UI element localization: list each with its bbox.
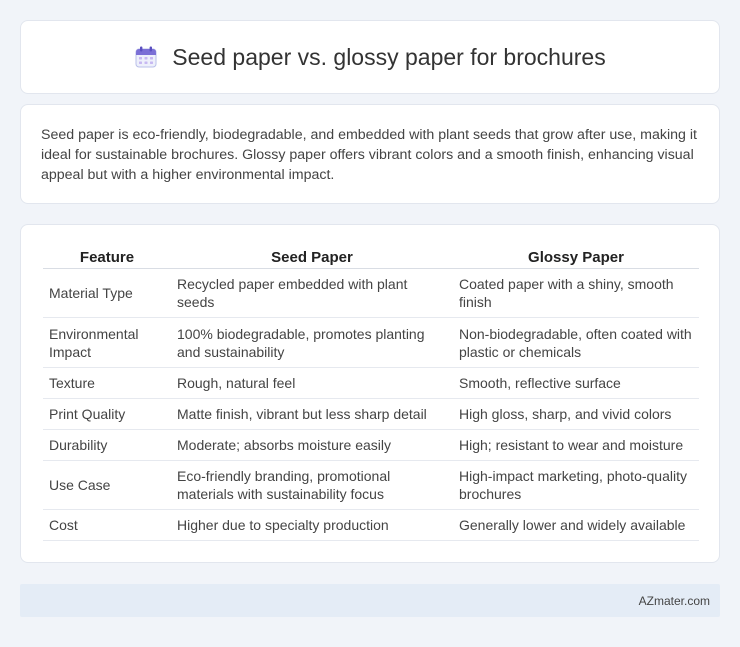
seed-paper-cell: Recycled paper embedded with plant seeds xyxy=(171,269,453,318)
intro-text: Seed paper is eco-friendly, biodegradabl… xyxy=(41,127,697,183)
page-title: Seed paper vs. glossy paper for brochure… xyxy=(172,43,606,70)
seed-paper-cell: Higher due to specialty production xyxy=(171,510,453,541)
seed-paper-cell: Matte finish, vibrant but less sharp det… xyxy=(171,399,453,430)
table-row: Material Type Recycled paper embedded wi… xyxy=(43,269,699,318)
seed-paper-cell: Rough, natural feel xyxy=(171,368,453,399)
table-row: Durability Moderate; absorbs moisture ea… xyxy=(43,430,699,461)
feature-cell: Environmental Impact xyxy=(43,318,171,368)
glossy-paper-cell: High; resistant to wear and moisture xyxy=(453,430,699,461)
calendar-icon xyxy=(134,45,158,69)
feature-cell: Print Quality xyxy=(43,399,171,430)
comparison-table-card: Feature Seed Paper Glossy Paper Material… xyxy=(20,224,720,563)
glossy-paper-cell: Coated paper with a shiny, smooth finish xyxy=(453,269,699,318)
table-row: Use Case Eco-friendly branding, promotio… xyxy=(43,461,699,510)
table-row: Cost Higher due to specialty production … xyxy=(43,510,699,541)
table-row: Texture Rough, natural feel Smooth, refl… xyxy=(43,368,699,399)
feature-cell: Cost xyxy=(43,510,171,541)
title-card: Seed paper vs. glossy paper for brochure… xyxy=(20,20,720,94)
seed-paper-cell: Eco-friendly branding, promotional mater… xyxy=(171,461,453,510)
glossy-paper-cell: High gloss, sharp, and vivid colors xyxy=(453,399,699,430)
footer: AZmater.com xyxy=(20,584,720,617)
seed-paper-cell: Moderate; absorbs moisture easily xyxy=(171,430,453,461)
header-glossy-paper: Glossy Paper xyxy=(453,241,699,269)
table-row: Print Quality Matte finish, vibrant but … xyxy=(43,399,699,430)
intro-card: Seed paper is eco-friendly, biodegradabl… xyxy=(20,104,720,204)
comparison-table: Feature Seed Paper Glossy Paper Material… xyxy=(43,241,699,541)
table-row: Environmental Impact 100% biodegradable,… xyxy=(43,318,699,368)
feature-cell: Use Case xyxy=(43,461,171,510)
feature-cell: Material Type xyxy=(43,269,171,318)
footer-brand: AZmater.com xyxy=(638,593,710,608)
feature-cell: Texture xyxy=(43,368,171,399)
glossy-paper-cell: High-impact marketing, photo-quality bro… xyxy=(453,461,699,510)
seed-paper-cell: 100% biodegradable, promotes planting an… xyxy=(171,318,453,368)
header-feature: Feature xyxy=(43,241,171,269)
table-header-row: Feature Seed Paper Glossy Paper xyxy=(43,241,699,269)
glossy-paper-cell: Smooth, reflective surface xyxy=(453,368,699,399)
glossy-paper-cell: Non-biodegradable, often coated with pla… xyxy=(453,318,699,368)
glossy-paper-cell: Generally lower and widely available xyxy=(453,510,699,541)
header-seed-paper: Seed Paper xyxy=(171,241,453,269)
feature-cell: Durability xyxy=(43,430,171,461)
